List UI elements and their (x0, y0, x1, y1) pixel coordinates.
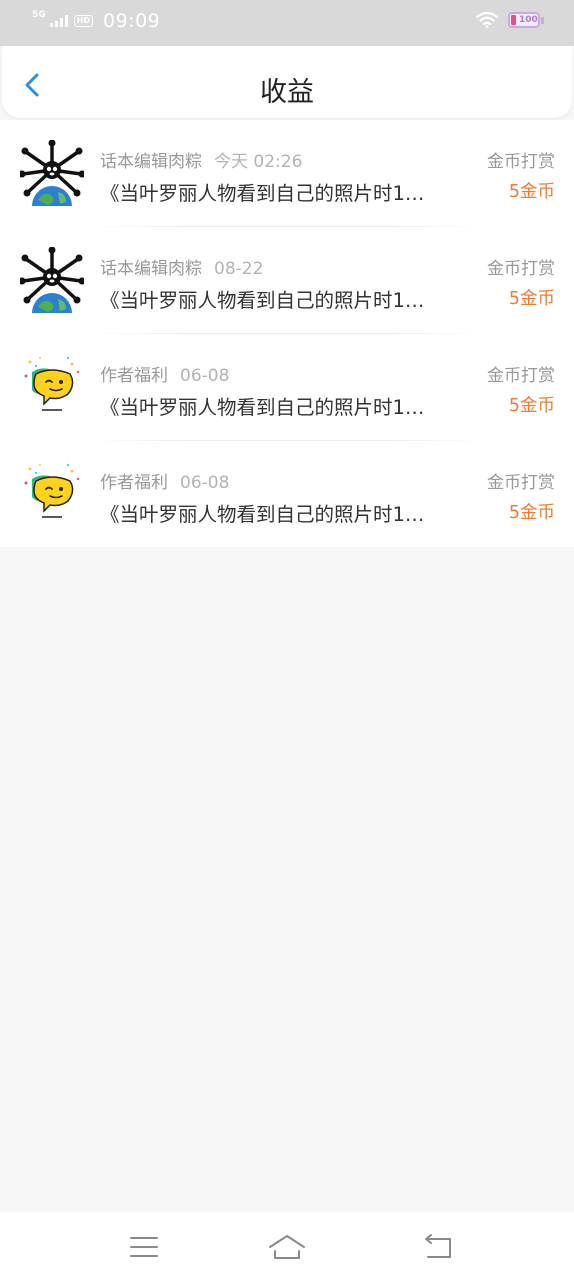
avatar (20, 354, 84, 422)
earnings-row[interactable]: 作者福利 06-08 《当叶罗丽人物看到自己的照片时1… 金币打赏 5金币 (0, 334, 574, 441)
sender-name: 作者福利 (100, 473, 168, 493)
battery-icon: 100 (508, 12, 540, 28)
clock: 09:09 (103, 10, 161, 32)
sender-name: 话本编辑肉粽 (100, 259, 202, 279)
earnings-row[interactable]: 话本编辑肉粽 今天 02:26 《当叶罗丽人物看到自己的照片时1… 金币打赏 5金… (0, 120, 574, 227)
record-description: 《当叶罗丽人物看到自己的照片时1… (100, 289, 425, 312)
record-meta: 作者福利 06-08 (100, 468, 229, 493)
record-amount: 5金币 (508, 289, 555, 309)
record-description: 《当叶罗丽人物看到自己的照片时1… (100, 182, 425, 205)
record-description: 《当叶罗丽人物看到自己的照片时1… (100, 503, 425, 526)
wifi-icon (476, 12, 498, 28)
status-left: 5G HD 09:09 (32, 10, 160, 32)
earnings-row[interactable]: 作者福利 06-08 《当叶罗丽人物看到自己的照片时1… 金币打赏 5金币 (0, 441, 574, 548)
record-type: 金币打赏 (487, 259, 555, 279)
status-bar: 5G HD 09:09 100 (0, 0, 574, 46)
battery-tip (541, 16, 544, 24)
back-nav-button[interactable] (418, 1230, 458, 1264)
menu-icon (130, 1237, 158, 1257)
yellow-chat-bubble-avatar-icon (24, 356, 80, 411)
sender-name: 作者福利 (100, 366, 168, 386)
avatar (18, 139, 86, 208)
record-amount: 5金币 (508, 396, 555, 416)
status-right: 100 (476, 12, 544, 28)
cartoon-globe-avatar-icon (18, 246, 86, 313)
record-date: 今天 02:26 (214, 152, 303, 172)
home-button[interactable] (267, 1230, 307, 1264)
hd-badge: HD (73, 15, 93, 27)
record-description: 《当叶罗丽人物看到自己的照片时1… (100, 396, 425, 419)
record-type: 金币打赏 (487, 366, 555, 386)
signal-icon (49, 15, 68, 27)
network-type: 5G (32, 9, 46, 20)
header: 收益 (2, 46, 572, 118)
earnings-row[interactable]: 话本编辑肉粽 08-22 《当叶罗丽人物看到自己的照片时1… 金币打赏 5金币 (0, 227, 574, 334)
yellow-chat-bubble-avatar-icon (24, 463, 80, 518)
system-nav-bar (0, 1212, 574, 1280)
record-meta: 话本编辑肉粽 08-22 (100, 254, 263, 279)
record-date: 06-08 (180, 473, 230, 493)
record-amount: 5金币 (508, 503, 555, 523)
avatar (20, 461, 84, 529)
battery-level: 100 (519, 15, 538, 25)
back-icon (425, 1234, 451, 1258)
record-type: 金币打赏 (487, 152, 555, 172)
record-date: 06-08 (180, 366, 230, 386)
home-icon (269, 1235, 305, 1259)
page-title: 收益 (260, 77, 314, 108)
sender-name: 话本编辑肉粽 (100, 152, 202, 172)
avatar (18, 246, 86, 315)
record-meta: 作者福利 06-08 (100, 361, 229, 386)
record-amount: 5金币 (508, 182, 555, 202)
menu-button[interactable] (124, 1230, 164, 1264)
cartoon-globe-avatar-icon (18, 139, 86, 206)
record-type: 金币打赏 (487, 473, 555, 493)
record-date: 08-22 (214, 259, 264, 279)
earnings-list: 话本编辑肉粽 今天 02:26 《当叶罗丽人物看到自己的照片时1… 金币打赏 5金… (0, 120, 574, 547)
record-meta: 话本编辑肉粽 今天 02:26 (100, 147, 302, 172)
